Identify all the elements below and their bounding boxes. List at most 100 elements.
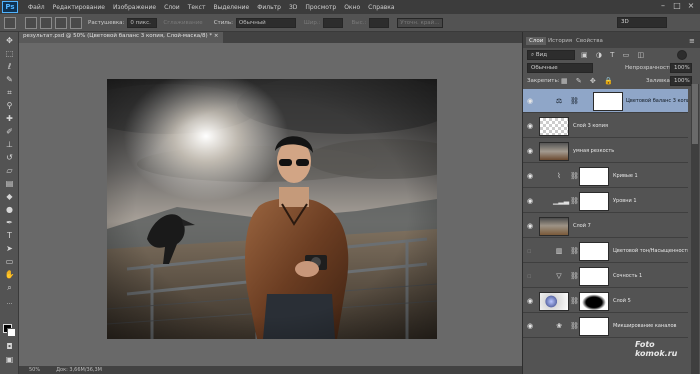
hand-tool-icon[interactable]: ✋ [3, 270, 16, 280]
quick-mask-icon[interactable]: ◘ [3, 342, 16, 352]
height-input[interactable] [369, 17, 390, 28]
document-image[interactable] [107, 79, 437, 339]
layer-mask-thumbnail[interactable] [579, 192, 609, 211]
subtract-selection-icon[interactable] [55, 16, 67, 29]
marquee-tool-icon[interactable]: ⬚ [3, 49, 16, 59]
layer-row[interactable]: ◉ ⛓ Слой 5 [523, 289, 688, 313]
visibility-eye-icon[interactable]: ◉ [527, 197, 535, 205]
link-icon[interactable]: ⛓ [570, 322, 579, 330]
link-icon[interactable]: ⛓ [570, 247, 579, 255]
layer-thumbnail[interactable] [539, 142, 569, 161]
visibility-eye-icon[interactable]: ◉ [527, 222, 535, 230]
layer-mask-thumbnail[interactable] [579, 167, 609, 186]
background-color-swatch[interactable] [7, 328, 16, 337]
more-tools-icon[interactable]: … [3, 298, 16, 308]
lock-icons[interactable]: ▦ ✎ ✥ 🔒 [561, 77, 616, 85]
layer-row[interactable]: ◉ Слой 7 [523, 214, 688, 238]
crop-tool-icon[interactable]: ⌗ [3, 88, 16, 98]
link-icon[interactable]: ⛓ [570, 97, 579, 105]
type-tool-icon[interactable]: T [3, 231, 16, 241]
marquee-preset-icon[interactable] [4, 16, 16, 29]
document-size[interactable]: Док: 3,66M/36,3M [56, 367, 102, 373]
link-icon[interactable]: ⛓ [570, 297, 579, 305]
gradient-tool-icon[interactable]: ▤ [3, 179, 16, 189]
width-input[interactable] [323, 17, 344, 28]
antialias-checkbox[interactable]: Сглаживание [163, 20, 202, 26]
dodge-tool-icon[interactable]: ● [3, 205, 16, 215]
canvas-area[interactable] [19, 43, 522, 366]
refine-edge-button[interactable]: Уточн. край... [397, 17, 444, 28]
minimize-icon[interactable]: – [658, 1, 668, 11]
layer-thumbnail[interactable] [539, 117, 569, 136]
layer-row[interactable]: ◉ умная резкость [523, 139, 688, 163]
menu-edit[interactable]: Редактирование [49, 4, 109, 11]
brush-tool-icon[interactable]: ✐ [3, 127, 16, 137]
layer-row[interactable]: ◉ ▁▂▃ ⛓ Уровни 1 [523, 189, 688, 213]
quick-select-tool-icon[interactable]: ✎ [3, 75, 16, 85]
menu-3d[interactable]: 3D [285, 4, 301, 11]
visibility-eye-icon[interactable]: ▫ [527, 272, 535, 280]
layers-scrollbar[interactable] [691, 84, 699, 374]
menu-select[interactable]: Выделение [209, 4, 253, 11]
layer-thumbnail[interactable] [539, 292, 569, 311]
layer-row[interactable]: ▫ ▽ ⛓ Сочность 1 [523, 264, 688, 288]
visibility-eye-icon[interactable]: ◉ [527, 122, 535, 130]
layer-row[interactable]: ◉ ❀ ⛓ Микширование каналов [523, 314, 688, 338]
blur-tool-icon[interactable]: ◆ [3, 192, 16, 202]
fill-input[interactable]: 100% [670, 76, 692, 86]
add-selection-icon[interactable] [40, 16, 52, 29]
tab-layers[interactable]: Слои [526, 37, 547, 45]
layer-row[interactable]: ▫ ▥ ⛓ Цветовой тон/Насыщенность 1 [523, 239, 688, 263]
layer-mask-thumbnail[interactable] [579, 267, 609, 286]
visibility-eye-icon[interactable]: ◉ [527, 97, 535, 105]
visibility-eye-icon[interactable]: ◉ [527, 297, 535, 305]
menu-filter[interactable]: Фильтр [253, 4, 285, 11]
menu-layers[interactable]: Слои [160, 4, 184, 11]
menu-window[interactable]: Окно [340, 4, 364, 11]
close-icon[interactable]: × [686, 1, 696, 11]
menu-file[interactable]: Файл [24, 4, 49, 11]
maximize-icon[interactable]: □ [672, 1, 682, 11]
link-icon[interactable]: ⛓ [570, 272, 579, 280]
tab-properties[interactable]: Свойства [573, 37, 606, 45]
layer-mask-thumbnail[interactable] [579, 242, 609, 261]
new-selection-icon[interactable] [25, 16, 37, 29]
tab-history[interactable]: История [545, 37, 575, 45]
layer-filter-select[interactable]: ⌕ Вид [527, 50, 575, 60]
link-icon[interactable]: ⛓ [570, 172, 579, 180]
filter-icons[interactable]: ▣ ◑ T ▭ ◫ [581, 51, 647, 59]
history-brush-tool-icon[interactable]: ↺ [3, 153, 16, 163]
eraser-tool-icon[interactable]: ▱ [3, 166, 16, 176]
style-select[interactable]: Обычный [235, 17, 296, 28]
menu-text[interactable]: Текст [184, 4, 210, 11]
link-icon[interactable]: ⛓ [570, 197, 579, 205]
layer-mask-thumbnail[interactable] [579, 292, 609, 311]
layer-mask-thumbnail[interactable] [593, 92, 623, 111]
screen-mode-icon[interactable]: ▣ [3, 355, 16, 365]
move-tool-icon[interactable]: ✥ [3, 36, 16, 46]
intersect-selection-icon[interactable] [70, 16, 82, 29]
pen-tool-icon[interactable]: ✒ [3, 218, 16, 228]
layer-mask-thumbnail[interactable] [579, 317, 609, 336]
layer-row[interactable]: ◉ Слой 3 копия [523, 114, 688, 138]
workspace-select[interactable]: 3D [617, 17, 667, 28]
zoom-level[interactable]: 50% [29, 367, 40, 373]
stamp-tool-icon[interactable]: ⊥ [3, 140, 16, 150]
feather-input[interactable]: 0 пикс. [127, 17, 158, 28]
lasso-tool-icon[interactable]: ℓ [3, 62, 16, 72]
healing-tool-icon[interactable]: ✚ [3, 114, 16, 124]
path-select-tool-icon[interactable]: ➤ [3, 244, 16, 254]
document-tab[interactable]: результат.psd @ 50% (Цветовой баланс 3 к… [19, 32, 223, 43]
panel-menu-icon[interactable]: ≡ [689, 37, 695, 45]
close-tab-icon[interactable]: × [214, 33, 219, 39]
zoom-tool-icon[interactable]: ⌕ [3, 283, 16, 293]
eyedropper-tool-icon[interactable]: ⚲ [3, 101, 16, 111]
menu-image[interactable]: Изображение [109, 4, 160, 11]
layer-thumbnail[interactable] [539, 217, 569, 236]
layer-row[interactable]: ◉ ⌇ ⛓ Кривые 1 [523, 164, 688, 188]
visibility-eye-icon[interactable]: ▫ [527, 247, 535, 255]
shape-tool-icon[interactable]: ▭ [3, 257, 16, 267]
menu-help[interactable]: Справка [364, 4, 398, 11]
menu-view[interactable]: Просмотр [301, 4, 340, 11]
blend-mode-select[interactable]: Обычные [527, 63, 593, 73]
